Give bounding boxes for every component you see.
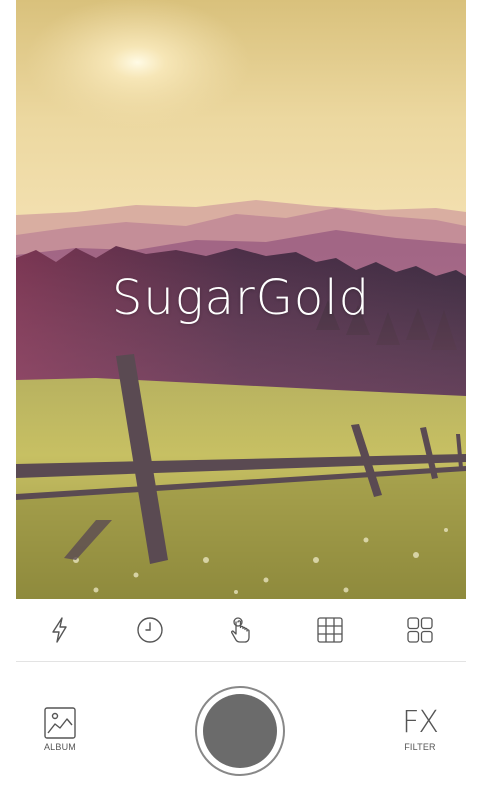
grid-icon[interactable] <box>313 613 347 647</box>
fx-icon: FX <box>402 705 439 740</box>
touch-shutter-icon[interactable] <box>223 613 257 647</box>
shutter-inner <box>203 694 277 768</box>
album-label: ALBUM <box>43 742 76 752</box>
timer-icon[interactable] <box>133 613 167 647</box>
album-button[interactable]: ALBUM <box>30 706 90 766</box>
filter-button[interactable]: FX FILTER <box>390 706 450 766</box>
filter-name-title: SugarGold <box>111 270 371 326</box>
camera-viewfinder[interactable]: SugarGold <box>16 0 466 599</box>
shutter-button[interactable] <box>195 686 285 776</box>
flash-icon[interactable] <box>43 613 77 647</box>
camera-toolbar <box>0 599 480 661</box>
album-icon <box>44 707 76 739</box>
layout-icon[interactable] <box>403 613 437 647</box>
capture-bar: ALBUM FX FILTER <box>0 662 480 800</box>
filter-label: FILTER <box>404 742 436 752</box>
